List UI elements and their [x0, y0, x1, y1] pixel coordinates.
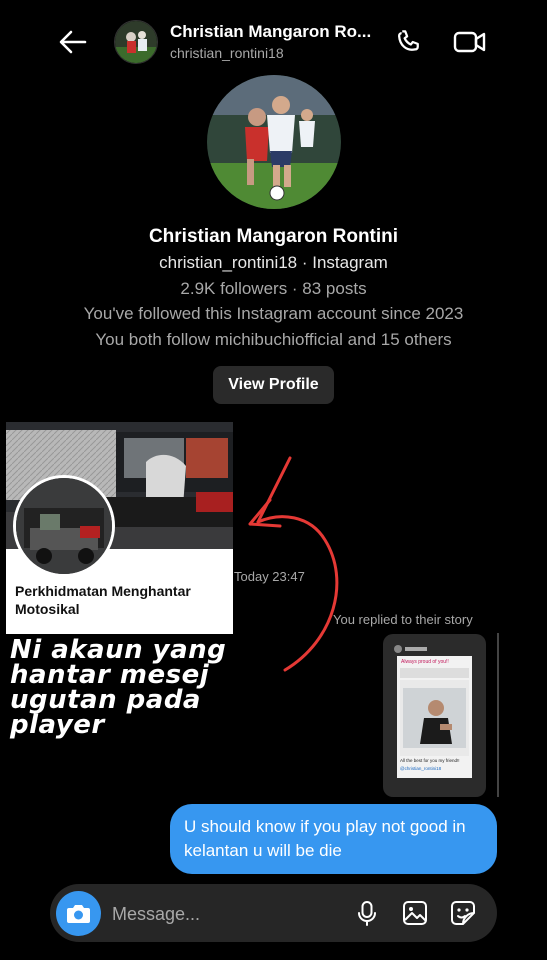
message-timestamp: Today 23:47	[234, 569, 305, 584]
chat-header: Christian Mangaron Ro... christian_ronti…	[0, 0, 547, 82]
header-avatar[interactable]	[114, 20, 158, 64]
sticker-icon[interactable]	[448, 898, 478, 928]
video-camera-icon[interactable]	[452, 27, 488, 57]
profile-handle: christian_rontini18 · Instagram	[159, 253, 388, 272]
replied-to-story-label: You replied to their story	[333, 612, 473, 627]
story-post-preview: Always proud of you!! All the best for y…	[397, 656, 472, 778]
story-reply-bar	[497, 633, 499, 797]
annotation-arrow	[240, 440, 360, 680]
annotation-line: player	[10, 710, 105, 740]
story-tag: @christian_rontini18	[400, 766, 442, 771]
gallery-icon[interactable]	[400, 898, 430, 928]
sent-message-bubble[interactable]: U should know if you play not good in ke…	[170, 804, 497, 874]
card-title: Perkhidmatan Menghantar Motosikal	[15, 583, 191, 617]
camera-icon[interactable]	[56, 891, 101, 936]
header-display-name[interactable]: Christian Mangaron Ro...	[170, 22, 371, 42]
view-profile-button[interactable]: View Profile	[213, 366, 334, 404]
header-username: christian_rontini18	[170, 45, 284, 61]
message-input[interactable]	[112, 900, 312, 928]
story-thumbnail[interactable]: Always proud of you!! All the best for y…	[383, 634, 486, 797]
annotation-text: Ni akaun yang hantar mesej ugutan pada p…	[10, 637, 250, 740]
mutual-followers-text: You both follow michibuchiofficial and 1…	[95, 330, 452, 349]
story-top-caption: Always proud of you!!	[401, 659, 449, 665]
arrow-left-icon[interactable]	[58, 28, 88, 56]
profile-avatar[interactable]	[207, 75, 341, 209]
card-avatar	[13, 475, 115, 577]
microphone-icon[interactable]	[352, 898, 382, 928]
phone-icon[interactable]	[394, 27, 424, 57]
shared-profile-card[interactable]: Perkhidmatan Menghantar Motosikal	[6, 422, 233, 634]
follow-since-text: You've followed this Instagram account s…	[83, 304, 464, 323]
profile-stats: 2.9K followers · 83 posts	[180, 279, 367, 298]
profile-full-name: Christian Mangaron Rontini	[148, 226, 399, 247]
story-bottom-caption: All the best for you my friend!!	[400, 758, 460, 763]
